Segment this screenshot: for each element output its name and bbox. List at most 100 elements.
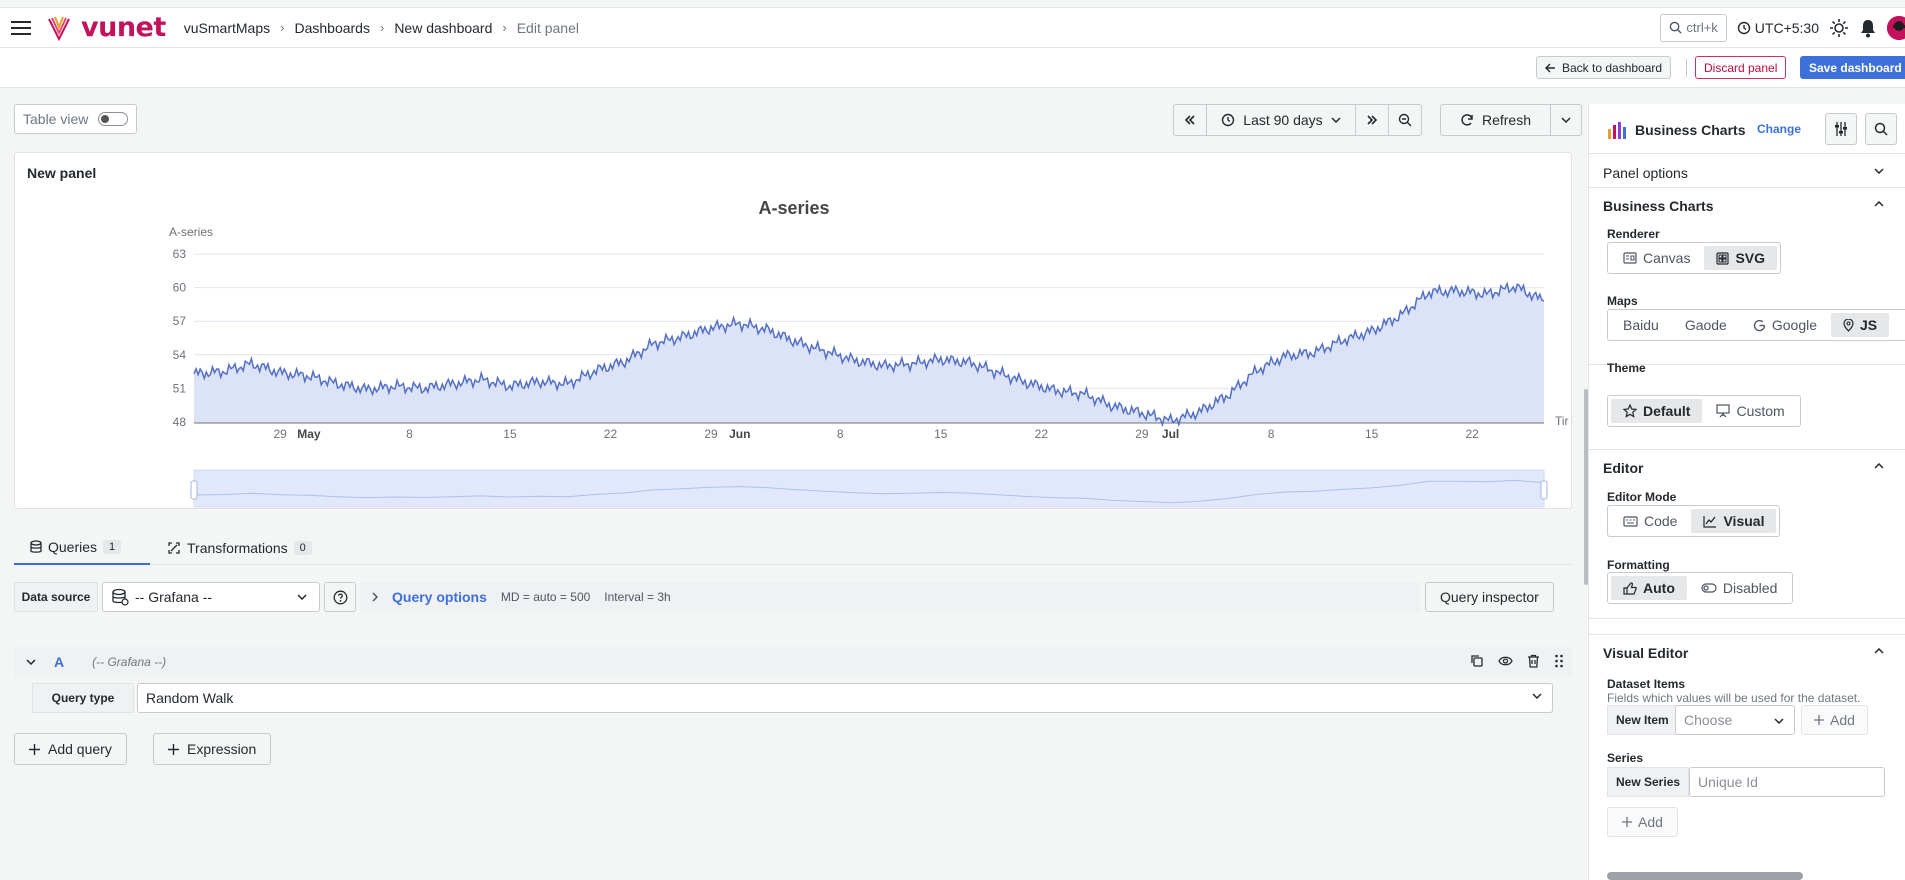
data-zoom-handle-right[interactable]: [1540, 480, 1548, 500]
discard-label: Discard panel: [1704, 60, 1778, 75]
formatting-disabled[interactable]: Disabled: [1689, 576, 1789, 600]
zoom-out-icon: [1398, 113, 1412, 127]
option-label: Default: [1643, 403, 1691, 419]
discard-panel-button[interactable]: Discard panel: [1695, 56, 1787, 79]
data-zoom-handle-left[interactable]: [190, 480, 198, 500]
section-visual-editor: Visual Editor Dataset Items Fields which…: [1589, 634, 1905, 880]
y-axis-ticks: 48 51 54 57 60 63: [173, 247, 187, 429]
chart-title: A-series: [758, 198, 829, 218]
breadcrumb-item[interactable]: Dashboards: [294, 20, 370, 36]
add-item-button[interactable]: Add: [1801, 705, 1868, 735]
search-button[interactable]: ctrl+k: [1660, 13, 1727, 42]
eye-icon[interactable]: [1498, 654, 1513, 668]
chevron-down-icon[interactable]: [26, 659, 36, 665]
section-title[interactable]: Editor: [1603, 460, 1643, 476]
save-dashboard-button[interactable]: Save dashboard: [1800, 56, 1905, 79]
add-label: Add: [1830, 712, 1855, 728]
query-type-select[interactable]: Random Walk: [137, 683, 1553, 713]
chevron-down-icon: [1774, 718, 1784, 724]
add-series-button[interactable]: Add: [1607, 807, 1678, 837]
toggle-switch[interactable]: [98, 112, 129, 126]
option-label: Baidu: [1623, 317, 1659, 333]
option-label: Auto: [1643, 580, 1675, 596]
theme-option-default[interactable]: Default: [1611, 399, 1703, 423]
breadcrumb-item[interactable]: vuSmartMaps: [184, 20, 270, 36]
renderer-option-canvas[interactable]: Canvas: [1611, 246, 1702, 270]
option-label: Disabled: [1722, 580, 1778, 596]
zoom-out-button[interactable]: [1388, 104, 1422, 136]
breadcrumb: vuSmartMaps › Dashboards › New dashboard…: [184, 20, 579, 36]
options-toggle-button[interactable]: [1825, 113, 1857, 145]
section-title[interactable]: Business Charts: [1603, 198, 1713, 214]
x-axis-label: Tir: [1555, 414, 1569, 428]
section-panel-options[interactable]: Panel options: [1589, 155, 1905, 188]
plus-icon: [168, 743, 179, 755]
change-visualization-link[interactable]: Change: [1757, 122, 1801, 136]
theme-option-custom[interactable]: Custom: [1704, 399, 1796, 423]
new-item-select[interactable]: Choose: [1675, 705, 1795, 735]
add-query-button[interactable]: Add query: [14, 733, 127, 765]
maps-option-gaode[interactable]: Gaode: [1673, 313, 1739, 337]
menu-icon[interactable]: [11, 20, 31, 36]
copy-icon[interactable]: [1470, 654, 1484, 668]
panel-preview: New panel A-series A-series Tir 48 51 54 57…: [14, 152, 1572, 509]
chevron-down-icon: [297, 594, 307, 600]
horizontal-scrollbar[interactable]: [1607, 872, 1803, 880]
refresh-interval-dropdown[interactable]: [1550, 104, 1582, 136]
avatar[interactable]: [1887, 15, 1905, 40]
maps-option-google[interactable]: Google: [1741, 313, 1829, 337]
time-forward-button[interactable]: [1355, 104, 1389, 136]
google-icon: [1753, 319, 1766, 331]
editor-mode-label: Editor Mode: [1607, 490, 1677, 504]
tab-transformations[interactable]: Transformations 0: [167, 530, 312, 565]
chevron-up-icon[interactable]: [1874, 463, 1884, 469]
logo-text: vunet: [81, 12, 166, 43]
breadcrumb-item[interactable]: New dashboard: [394, 20, 492, 36]
visualization-title[interactable]: Business Charts: [1607, 120, 1745, 140]
refresh-label: Refresh: [1481, 112, 1532, 128]
query-type-label: Query type: [32, 683, 134, 713]
y-tick-label: 63: [173, 247, 187, 261]
time-range-picker[interactable]: Last 90 days: [1206, 104, 1356, 136]
thumbs-up-icon: [1623, 581, 1637, 595]
chevron-up-icon[interactable]: [1874, 648, 1884, 654]
formatting-auto[interactable]: Auto: [1611, 576, 1687, 600]
drag-handle-icon[interactable]: [1554, 654, 1564, 668]
timezone-picker[interactable]: UTC+5:30: [1737, 20, 1819, 36]
query-ref-id[interactable]: A: [54, 654, 64, 670]
maps-option-baidu[interactable]: Baidu: [1611, 313, 1671, 337]
x-tick-label: 8: [837, 427, 844, 441]
app-logo[interactable]: vunet: [47, 12, 166, 43]
table-view-toggle[interactable]: Table view: [14, 104, 138, 134]
renderer-option-svg[interactable]: SVG: [1704, 246, 1778, 270]
series-id-input[interactable]: Unique Id: [1689, 767, 1885, 797]
section-title[interactable]: Visual Editor: [1603, 645, 1688, 661]
section-business-charts: Business Charts Renderer Canvas SVG Maps…: [1589, 188, 1905, 375]
datasource-select[interactable]: -- Grafana --: [102, 582, 320, 612]
bell-icon[interactable]: [1859, 18, 1877, 38]
chart: A-series A-series Tir 48 51 54 57 60 63 29 May…: [169, 198, 1569, 510]
time-back-button[interactable]: [1173, 104, 1207, 136]
query-options-toggle[interactable]: Query options MD = auto = 500 Interval =…: [360, 582, 1420, 612]
x-tick-label: 22: [1035, 427, 1049, 441]
table-view-label: Table view: [23, 111, 89, 127]
sun-icon[interactable]: [1829, 18, 1849, 38]
back-to-dashboard-button[interactable]: Back to dashboard: [1536, 56, 1672, 79]
search-icon: [1670, 21, 1682, 34]
maps-option-js[interactable]: JS: [1831, 313, 1890, 337]
y-axis-label: A-series: [169, 225, 213, 239]
data-zoom-slider[interactable]: [190, 469, 1548, 510]
editor-mode-code[interactable]: Code: [1611, 509, 1689, 533]
datasource-help-button[interactable]: [324, 582, 356, 612]
x-tick-label: 15: [503, 427, 517, 441]
add-expression-button[interactable]: Expression: [153, 733, 272, 765]
refresh-button[interactable]: Refresh: [1440, 104, 1551, 136]
refresh-icon: [1461, 114, 1473, 126]
chevron-up-icon[interactable]: [1874, 201, 1884, 207]
section-editor: Editor Editor Mode Code Visual Formattin…: [1589, 449, 1905, 619]
search-options-button[interactable]: [1865, 113, 1897, 145]
trash-icon[interactable]: [1527, 654, 1540, 668]
tab-queries[interactable]: Queries 1: [14, 530, 150, 565]
editor-mode-visual[interactable]: Visual: [1691, 509, 1777, 533]
query-inspector-button[interactable]: Query inspector: [1425, 582, 1554, 612]
